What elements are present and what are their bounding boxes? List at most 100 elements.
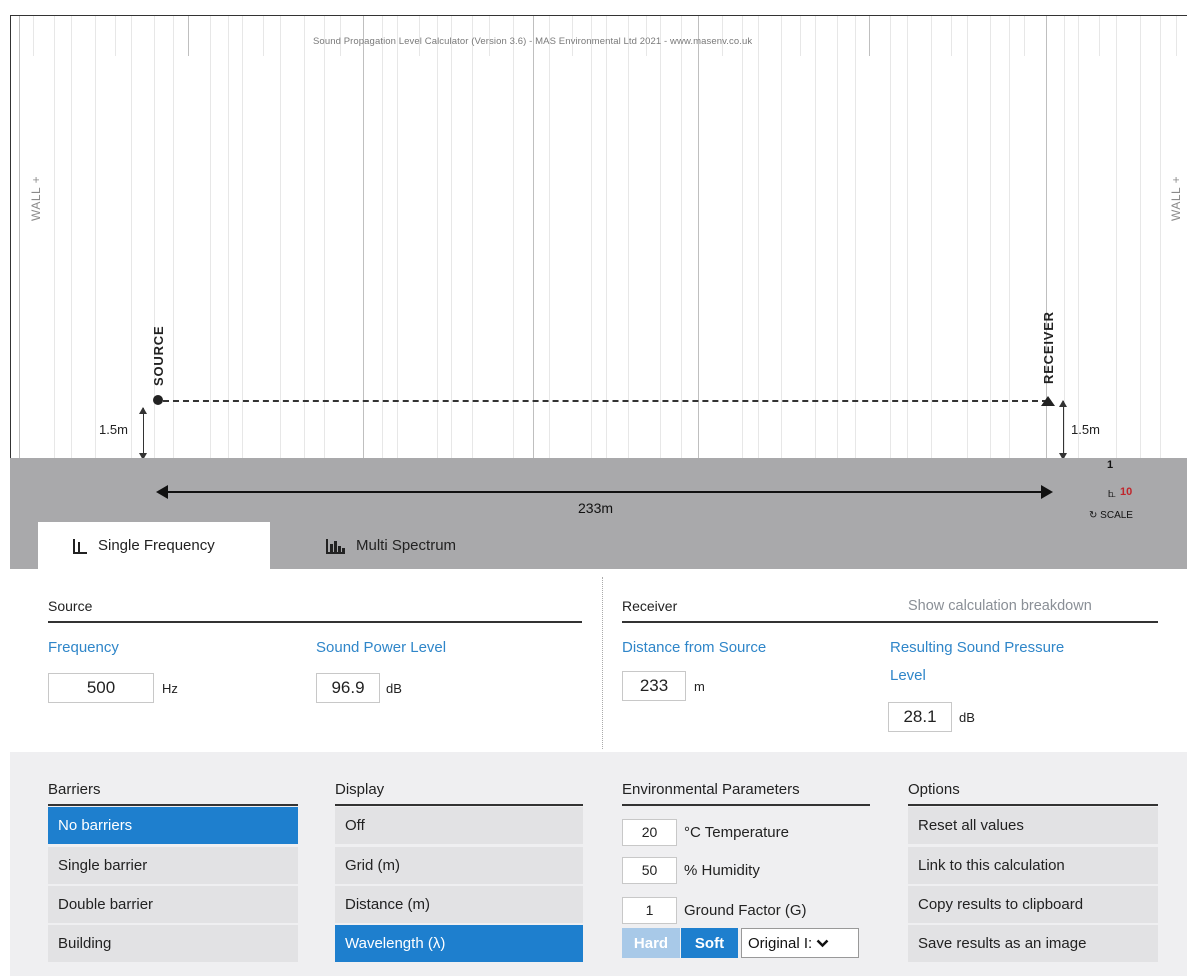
wavelength-line (397, 16, 398, 460)
barriers-title: Barriers (48, 781, 101, 798)
wavelength-line (549, 16, 550, 460)
source-marker[interactable] (153, 395, 163, 405)
rotate-icon: ↻ (1089, 510, 1098, 521)
display-wavelength-button[interactable]: Wavelength (λ) (335, 925, 583, 962)
wavelength-line (990, 16, 991, 460)
wavelength-line (33, 16, 34, 56)
wavelength-line (890, 16, 891, 460)
ground-factor-label: Ground Factor (G) (684, 902, 807, 919)
wavelength-line (54, 16, 55, 460)
wavelength-line (228, 16, 229, 460)
app-title: Sound Propagation Level Calculator (Vers… (313, 36, 753, 47)
receiver-section-title: Receiver (622, 598, 678, 614)
humidity-input[interactable]: 50 (622, 857, 677, 884)
ground-type-select[interactable]: Original I: (741, 928, 859, 958)
wavelength-line (855, 16, 856, 460)
receiver-marker[interactable] (1041, 396, 1055, 406)
wavelength-line (95, 16, 96, 460)
barrier-double-button[interactable]: Double barrier (48, 886, 298, 923)
ground-soft-button[interactable]: Soft (681, 928, 738, 958)
results-panel: Source Frequency 500 Hz Sound Power Leve… (10, 569, 1187, 752)
barriers-rule (48, 804, 298, 806)
receiver-height-arrow (1059, 400, 1067, 460)
ground-hard-button[interactable]: Hard (622, 928, 680, 958)
wavelength-line (1046, 16, 1047, 460)
wavelength-line (1064, 16, 1065, 460)
wavelength-line (628, 16, 629, 460)
distance-arrow (156, 485, 1053, 499)
spl-label-line2: Level (890, 667, 926, 684)
source-height-arrow (139, 407, 147, 460)
wall-left-button[interactable]: WALL + (29, 176, 43, 221)
propagation-path (163, 400, 1048, 402)
tab-label: Single Frequency (98, 537, 215, 554)
wavelength-line (967, 16, 968, 460)
wavelength-line (533, 16, 534, 460)
display-distance-button[interactable]: Distance (m) (335, 886, 583, 923)
wall-right-button[interactable]: WALL + (1169, 176, 1183, 221)
spl-output: 28.1 (888, 702, 952, 732)
wavelength-line (907, 16, 908, 460)
distance-input[interactable]: 233 (622, 671, 686, 701)
reset-values-button[interactable]: Reset all values (908, 807, 1158, 844)
tab-single-frequency[interactable]: Single Frequency (38, 522, 270, 569)
wavelength-line (951, 16, 952, 56)
wavelength-line (660, 16, 661, 460)
wavelength-line (263, 16, 264, 56)
scale-axes-icon: ⦜ (1108, 484, 1116, 500)
wavelength-line (1140, 16, 1141, 460)
wavelength-line (1099, 16, 1100, 56)
frequency-unit: Hz (162, 681, 178, 696)
copy-results-button[interactable]: Copy results to clipboard (908, 886, 1158, 923)
sound-power-label: Sound Power Level (316, 639, 447, 656)
wavelength-line (304, 16, 305, 460)
wavelength-line (131, 16, 132, 460)
display-grid-button[interactable]: Grid (m) (335, 847, 583, 884)
wavelength-line (931, 16, 932, 460)
tab-multi-spectrum[interactable]: Multi Spectrum (292, 522, 512, 569)
scale-button-label: SCALE (1100, 510, 1133, 521)
frequency-input[interactable]: 500 (48, 673, 154, 703)
barrier-none-button[interactable]: No barriers (48, 807, 298, 844)
wavelength-line (698, 16, 699, 460)
calculation-breakdown-link[interactable]: Show calculation breakdown (908, 598, 1092, 614)
display-rule (335, 804, 583, 806)
wavelength-line (606, 16, 607, 460)
ground-factor-input[interactable]: 1 (622, 897, 677, 924)
barrier-single-button[interactable]: Single barrier (48, 847, 298, 884)
wavelength-line (19, 16, 20, 460)
wavelength-line (742, 16, 743, 460)
sound-power-input[interactable]: 96.9 (316, 673, 380, 703)
wavelength-line (758, 16, 759, 460)
tab-label: Multi Spectrum (356, 537, 457, 554)
wavelength-line (815, 16, 816, 460)
save-image-button[interactable]: Save results as an image (908, 925, 1158, 962)
link-calculation-button[interactable]: Link to this calculation (908, 847, 1158, 884)
wavelength-line (363, 16, 364, 460)
wavelength-line (591, 16, 592, 460)
wavelength-line (280, 16, 281, 460)
controls-panel: Barriers No barriers Single barrier Doub… (10, 752, 1187, 976)
options-rule (908, 804, 1158, 806)
spl-label: Resulting Sound Pressure (890, 639, 1065, 656)
wavelength-line (71, 16, 72, 460)
barrier-building-button[interactable]: Building (48, 925, 298, 962)
temperature-input[interactable]: 20 (622, 819, 677, 846)
distance-label: Distance from Source (622, 639, 767, 656)
ground-type-value: Original I: (748, 934, 813, 952)
scale-button[interactable]: ↻ SCALE (1089, 510, 1133, 521)
display-off-button[interactable]: Off (335, 807, 583, 844)
wavelength-line (1176, 16, 1177, 56)
wavelength-line (681, 16, 682, 460)
wavelength-line (781, 16, 782, 460)
wavelength-line (1078, 16, 1079, 460)
wavelength-line (115, 16, 116, 56)
wavelength-line (154, 16, 155, 460)
wavelength-line (1009, 16, 1010, 460)
propagation-canvas[interactable]: Sound Propagation Level Calculator (Vers… (10, 15, 1187, 460)
wavelength-line (242, 16, 243, 460)
chevron-down-icon (816, 939, 829, 948)
humidity-label: % Humidity (684, 862, 760, 879)
source-label: SOURCE (151, 325, 166, 386)
wavelength-line (210, 16, 211, 460)
